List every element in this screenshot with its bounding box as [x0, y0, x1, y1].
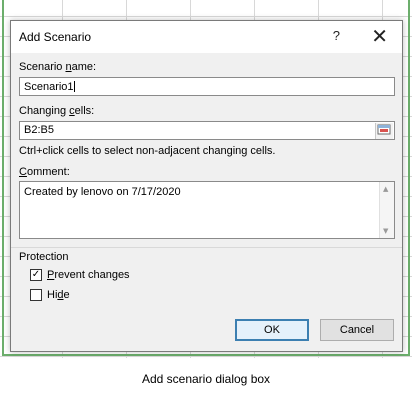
- hide-option[interactable]: Hide: [30, 289, 230, 303]
- protection-label: Protection: [19, 251, 69, 263]
- prevent-changes-option[interactable]: ✓ Prevent changes: [30, 269, 230, 283]
- dialog-title: Add Scenario: [19, 30, 92, 44]
- changing-cells-value: B2:B5: [24, 124, 54, 136]
- screenshot: Add Scenario ? ✕ Scenario name: Scenario…: [0, 0, 412, 395]
- hide-label: Hide: [47, 289, 70, 301]
- add-scenario-dialog: Add Scenario ? ✕ Scenario name: Scenario…: [10, 20, 403, 352]
- section-divider: [11, 247, 402, 248]
- comment-textarea[interactable]: Created by lenovo on 7/17/2020 ▲ ▼: [19, 181, 395, 239]
- scenario-name-input[interactable]: Scenario1: [19, 77, 395, 96]
- comment-value: Created by lenovo on 7/17/2020: [24, 186, 181, 198]
- hide-checkbox[interactable]: [30, 289, 42, 301]
- changing-cells-input[interactable]: B2:B5: [19, 121, 395, 140]
- dialog-titlebar[interactable]: Add Scenario ? ✕: [11, 21, 402, 53]
- text-caret: [73, 81, 75, 92]
- scenario-name-label: Scenario name:: [19, 61, 97, 73]
- collapse-dialog-button[interactable]: [375, 123, 393, 139]
- prevent-changes-checkbox[interactable]: ✓: [30, 269, 42, 281]
- scroll-down-icon[interactable]: ▼: [383, 227, 388, 235]
- prevent-changes-label: Prevent changes: [47, 269, 130, 281]
- figure-caption: Add scenario dialog box: [141, 372, 271, 386]
- scenario-name-value: Scenario1: [24, 81, 74, 93]
- close-icon[interactable]: ✕: [371, 24, 388, 48]
- help-icon[interactable]: ?: [333, 28, 340, 43]
- changing-cells-hint: Ctrl+click cells to select non-adjacent …: [19, 145, 276, 157]
- scroll-up-icon[interactable]: ▲: [383, 185, 388, 193]
- ok-button[interactable]: OK: [235, 319, 309, 341]
- cancel-button[interactable]: Cancel: [320, 319, 394, 341]
- range-select-icon: [377, 124, 391, 135]
- comment-label: Comment:: [19, 166, 70, 178]
- changing-cells-label: Changing cells:: [19, 105, 95, 117]
- comment-scrollbar[interactable]: ▲ ▼: [379, 182, 394, 238]
